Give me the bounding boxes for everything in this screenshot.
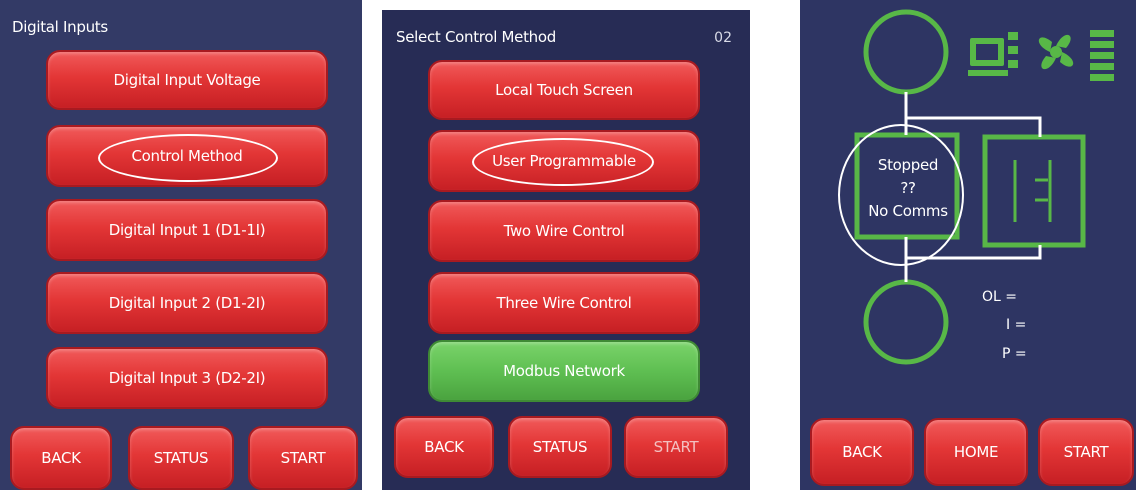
overload-readout: OL = bbox=[982, 289, 1017, 305]
menu-button-digital-input-voltage[interactable]: Digital Input Voltage bbox=[46, 50, 328, 110]
select-control-method-screen: Select Control Method 02 Local Touch Scr… bbox=[382, 10, 750, 490]
status-button[interactable]: STATUS bbox=[128, 426, 234, 490]
status-button[interactable]: STATUS bbox=[508, 416, 612, 478]
page-number: 02 bbox=[714, 30, 732, 46]
option-local-touch-screen[interactable]: Local Touch Screen bbox=[428, 60, 700, 120]
back-button[interactable]: BACK bbox=[394, 416, 494, 478]
option-user-programmable[interactable]: User Programmable bbox=[428, 130, 700, 192]
menu-button-control-method[interactable]: Control Method bbox=[46, 125, 328, 187]
fan-icon bbox=[1038, 34, 1074, 70]
option-three-wire-control[interactable]: Three Wire Control bbox=[428, 272, 700, 334]
menu-button-digital-input-2[interactable]: Digital Input 2 (D1-2I) bbox=[46, 272, 328, 334]
start-button[interactable]: START bbox=[624, 416, 728, 478]
current-readout: I = bbox=[1006, 317, 1027, 333]
digital-inputs-screen: Digital Inputs Digital Input Voltage Con… bbox=[0, 0, 362, 490]
heater-icon bbox=[1090, 30, 1114, 81]
back-button[interactable]: BACK bbox=[810, 418, 914, 486]
highlight-circle bbox=[838, 124, 964, 266]
top-circle bbox=[863, 9, 949, 95]
start-button[interactable]: START bbox=[248, 426, 358, 490]
start-button[interactable]: START bbox=[1038, 418, 1134, 486]
computer-network-icon bbox=[968, 32, 1018, 76]
back-button[interactable]: BACK bbox=[10, 426, 112, 490]
home-button[interactable]: HOME bbox=[924, 418, 1028, 486]
option-two-wire-control[interactable]: Two Wire Control bbox=[428, 200, 700, 262]
starter-diagram bbox=[854, 9, 1114, 365]
screen-title: Select Control Method bbox=[396, 28, 556, 46]
option-modbus-network[interactable]: Modbus Network bbox=[428, 340, 700, 402]
power-readout: P = bbox=[1002, 346, 1027, 362]
menu-button-digital-input-3[interactable]: Digital Input 3 (D2-2I) bbox=[46, 347, 328, 409]
screen-title: Digital Inputs bbox=[12, 18, 108, 36]
motor-status-screen: Stopped ?? No Comms OL = I = P = BACK HO… bbox=[800, 0, 1136, 490]
menu-button-digital-input-1[interactable]: Digital Input 1 (D1-1I) bbox=[46, 199, 328, 261]
contactor-box bbox=[982, 134, 1086, 248]
bottom-circle bbox=[863, 279, 949, 365]
